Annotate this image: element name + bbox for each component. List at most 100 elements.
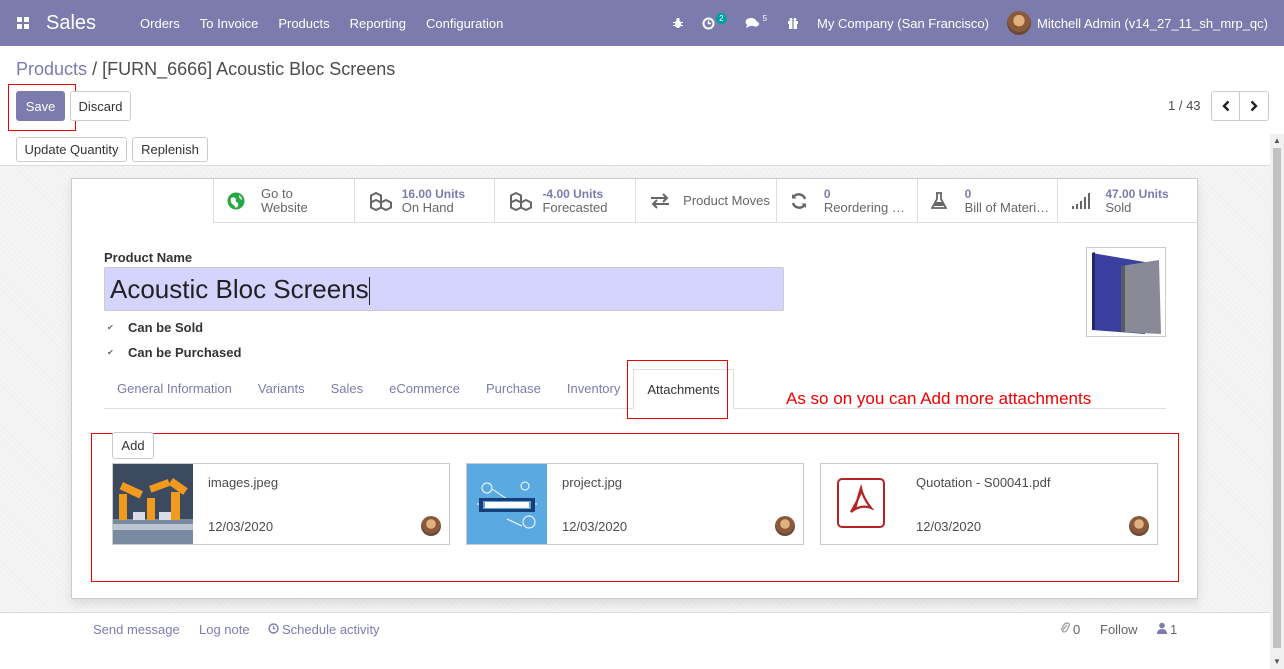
pager-value[interactable]: 1 / 43 xyxy=(1168,98,1201,113)
attachment-name[interactable]: project.jpg xyxy=(562,475,622,490)
smart-label-go-to: Go to xyxy=(261,186,293,201)
menu-to-invoice[interactable]: To Invoice xyxy=(190,16,269,31)
tab-general-information[interactable]: General Information xyxy=(104,368,245,408)
replenish-button[interactable]: Replenish xyxy=(132,137,208,162)
cubes-icon xyxy=(368,191,394,211)
tab-sales[interactable]: Sales xyxy=(318,368,377,408)
product-name-label: Product Name xyxy=(104,250,193,265)
schedule-activity-label: Schedule activity xyxy=(282,622,380,637)
reordering-label: Reordering Rules xyxy=(823,200,912,215)
smart-button-reordering-rules[interactable]: 0 Reordering Rules xyxy=(775,179,917,222)
company-switcher[interactable]: My Company (San Francisco) xyxy=(808,16,998,31)
paperclip-icon xyxy=(1060,622,1070,637)
smart-button-product-moves[interactable]: Product Moves xyxy=(635,179,776,222)
bom-value: 0 xyxy=(964,186,972,201)
systray: 2 5 My Company (San Francisco) Mitchell … xyxy=(663,0,1284,46)
app-name[interactable]: Sales xyxy=(46,12,96,35)
activity-clock-icon[interactable]: 2 xyxy=(693,12,735,30)
gift-icon[interactable] xyxy=(778,17,808,29)
user-avatar xyxy=(1007,11,1031,35)
can-be-sold-label: Can be Sold xyxy=(128,320,204,335)
save-highlight-box xyxy=(8,84,76,131)
uploader-avatar xyxy=(421,516,441,536)
smart-button-bill-of-materials[interactable]: 0 Bill of Materials xyxy=(916,179,1058,222)
user-menu[interactable]: Mitchell Admin (v14_27_11_sh_mrp_qc) xyxy=(998,11,1284,35)
uploader-avatar xyxy=(775,516,795,536)
refresh-icon xyxy=(790,192,816,210)
message-count-badge: 5 xyxy=(762,13,768,23)
smart-button-website[interactable]: Go to Website xyxy=(213,179,354,222)
tab-purchase[interactable]: Purchase xyxy=(473,368,554,408)
pager-next-icon[interactable] xyxy=(1240,91,1269,121)
form-sheet: Go to Website 16.00 Units On Hand -4.00 … xyxy=(71,178,1198,599)
text-caret xyxy=(368,277,370,306)
follow-button[interactable]: Follow xyxy=(1100,622,1138,637)
can-be-purchased-label: Can be Purchased xyxy=(128,345,242,360)
menu-configuration[interactable]: Configuration xyxy=(416,16,513,31)
discard-button[interactable]: Discard xyxy=(70,91,131,121)
messaging-chat-icon[interactable]: 5 xyxy=(736,13,778,29)
scrollbar[interactable] xyxy=(1270,134,1284,669)
breadcrumb-separator: / xyxy=(92,59,98,79)
send-message-button[interactable]: Send message xyxy=(93,622,180,637)
update-quantity-button[interactable]: Update Quantity xyxy=(16,137,127,162)
schedule-activity-button[interactable]: Schedule activity xyxy=(268,622,380,637)
tab-variants[interactable]: Variants xyxy=(245,368,318,408)
scrollbar-thumb[interactable] xyxy=(1273,148,1281,648)
user-icon xyxy=(1157,622,1167,637)
product-moves-label: Product Moves xyxy=(683,193,770,208)
attachment-count-button[interactable]: 0 xyxy=(1060,622,1080,637)
breadcrumb: Products / [FURN_6666] Acoustic Bloc Scr… xyxy=(16,59,395,80)
pager-previous-icon[interactable] xyxy=(1211,91,1240,121)
add-attachment-button[interactable]: Add xyxy=(112,432,154,459)
product-name-value: Acoustic Bloc Screens xyxy=(110,274,369,304)
attachment-count: 0 xyxy=(1073,622,1081,637)
smart-button-sold[interactable]: 47.00 Units Sold xyxy=(1057,179,1198,222)
tab-inventory[interactable]: Inventory xyxy=(554,368,633,408)
scroll-down-icon[interactable]: ▼ xyxy=(1273,657,1281,666)
log-note-button[interactable]: Log note xyxy=(199,622,250,637)
breadcrumb-products[interactable]: Products xyxy=(16,59,87,79)
attachment-card[interactable]: project.jpg 12/03/2020 xyxy=(466,463,804,545)
top-navbar: Sales Orders To Invoice Products Reporti… xyxy=(0,0,1284,46)
menu-reporting[interactable]: Reporting xyxy=(340,16,416,31)
cubes-icon xyxy=(508,191,534,211)
followers-button[interactable]: 1 xyxy=(1157,622,1177,637)
flask-icon xyxy=(930,191,957,210)
can-be-sold-checkbox[interactable]: ✔ xyxy=(106,323,115,332)
main-menu: Orders To Invoice Products Reporting Con… xyxy=(130,16,513,31)
globe-icon xyxy=(227,192,253,210)
menu-products[interactable]: Products xyxy=(268,16,339,31)
user-name: Mitchell Admin (v14_27_11_sh_mrp_qc) xyxy=(1037,15,1268,31)
follower-count: 1 xyxy=(1170,622,1178,637)
attachment-name[interactable]: Quotation - S00041.pdf xyxy=(916,475,1050,490)
can-be-purchased-row[interactable]: ✔ Can be Purchased xyxy=(106,345,241,360)
attachment-card[interactable]: Quotation - S00041.pdf 12/03/2020 xyxy=(820,463,1158,545)
pdf-file-icon xyxy=(821,464,901,544)
reordering-value: 0 xyxy=(823,186,831,201)
attachment-name[interactable]: images.jpeg xyxy=(208,475,278,490)
pager-buttons xyxy=(1211,91,1269,121)
attachment-date: 12/03/2020 xyxy=(208,519,274,534)
apps-menu-icon[interactable] xyxy=(0,0,46,46)
attachment-card[interactable]: images.jpeg 12/03/2020 xyxy=(112,463,450,545)
tab-ecommerce[interactable]: eCommerce xyxy=(376,368,473,408)
can-be-sold-row[interactable]: ✔ Can be Sold xyxy=(106,320,203,335)
smart-button-forecasted[interactable]: -4.00 Units Forecasted xyxy=(494,179,635,222)
menu-orders[interactable]: Orders xyxy=(130,16,190,31)
forecasted-label: Forecasted xyxy=(542,200,608,215)
attachment-date: 12/03/2020 xyxy=(916,519,982,534)
smart-button-on-hand[interactable]: 16.00 Units On Hand xyxy=(353,179,495,222)
breadcrumb-current: [FURN_6666] Acoustic Bloc Screens xyxy=(102,59,396,79)
can-be-purchased-checkbox[interactable]: ✔ xyxy=(106,348,115,357)
smart-label-website: Website xyxy=(261,200,308,215)
scroll-up-icon[interactable]: ▲ xyxy=(1273,136,1281,145)
attachment-date: 12/03/2020 xyxy=(562,519,628,534)
chatter xyxy=(0,612,1270,669)
attachments-tab-highlight-box xyxy=(627,360,728,419)
product-name-input[interactable]: Acoustic Bloc Screens xyxy=(104,267,784,311)
product-image[interactable] xyxy=(1086,247,1166,337)
signal-bars-icon xyxy=(1071,192,1097,209)
debug-bug-icon[interactable] xyxy=(663,17,693,29)
annotation-text: As so on you can Add more attachments xyxy=(786,389,1092,408)
